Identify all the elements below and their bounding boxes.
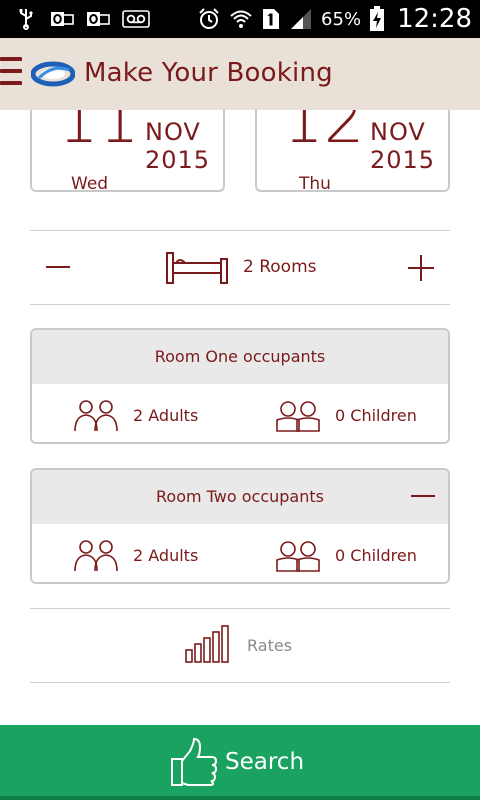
status-bar: 65% 12:28 (0, 0, 480, 38)
bed-icon (166, 252, 228, 284)
rates-row[interactable]: Rates (30, 608, 450, 684)
rates-icon (185, 625, 229, 663)
checkout-day: 12 (283, 110, 365, 158)
system-tray: 65% 12:28 (197, 0, 472, 38)
checkin-weekday: Wed (71, 174, 109, 192)
outlook-icon (51, 12, 74, 26)
room-one-title: Room One occupants (154, 347, 326, 366)
remove-room-two-button[interactable] (411, 495, 435, 497)
checkout-date-card[interactable]: 12 NOV 2015 Thu (255, 110, 450, 192)
room-two-occupants-card: Room Two occupants 2 Adults 0 Children (30, 468, 450, 584)
rates-label: Rates (247, 636, 293, 655)
room-two-title: Room Two occupants (156, 487, 324, 506)
rooms-selector: 2 Rooms (30, 231, 450, 304)
children-icon[interactable] (274, 398, 322, 432)
signal-icon (291, 9, 312, 29)
voicemail-icon (122, 10, 150, 28)
app-bar: Make Your Booking (0, 38, 480, 110)
sim-1-icon (263, 9, 280, 29)
decrease-rooms-button[interactable] (46, 255, 70, 279)
room-one-adults[interactable]: 2 Adults (133, 406, 198, 425)
adults-icon[interactable] (72, 398, 120, 432)
checkin-day: 11 (58, 110, 140, 158)
checkout-year: 2015 (370, 146, 436, 174)
room-two-header[interactable]: Room Two occupants (32, 470, 448, 524)
clock: 12:28 (397, 4, 472, 34)
outlook-icon (87, 12, 110, 26)
room-two-children[interactable]: 0 Children (335, 546, 417, 565)
divider (30, 304, 450, 305)
thumbs-up-icon (171, 737, 218, 786)
wifi-icon (230, 10, 252, 28)
checkout-weekday: Thu (299, 174, 331, 192)
checkin-year: 2015 (145, 146, 211, 174)
alarm-icon (199, 8, 219, 29)
usb-icon (19, 9, 33, 30)
notification-icons (14, 7, 150, 31)
room-two-adults[interactable]: 2 Adults (133, 546, 198, 565)
search-button[interactable]: Search (0, 725, 480, 800)
children-icon[interactable] (274, 538, 322, 572)
page-title: Make Your Booking (84, 58, 333, 88)
rooms-count: 2 Rooms (243, 257, 317, 277)
menu-icon[interactable] (0, 57, 22, 91)
increase-rooms-button[interactable] (408, 255, 434, 281)
room-one-header[interactable]: Room One occupants (32, 330, 448, 384)
search-label: Search (225, 749, 305, 775)
battery-charging-icon (370, 6, 385, 31)
room-one-children[interactable]: 0 Children (335, 406, 417, 425)
checkin-month: NOV (145, 118, 201, 146)
adults-icon[interactable] (72, 538, 120, 572)
checkout-month: NOV (370, 118, 426, 146)
divider (30, 682, 450, 683)
booking-form: 11 NOV 2015 Wed 12 NOV 2015 Thu 2 Rooms … (0, 110, 480, 725)
battery-percent: 65% (321, 8, 362, 30)
checkin-date-card[interactable]: 11 NOV 2015 Wed (30, 110, 225, 192)
room-one-occupants-card: Room One occupants 2 Adults 0 Children (30, 328, 450, 444)
brand-logo (31, 61, 75, 87)
